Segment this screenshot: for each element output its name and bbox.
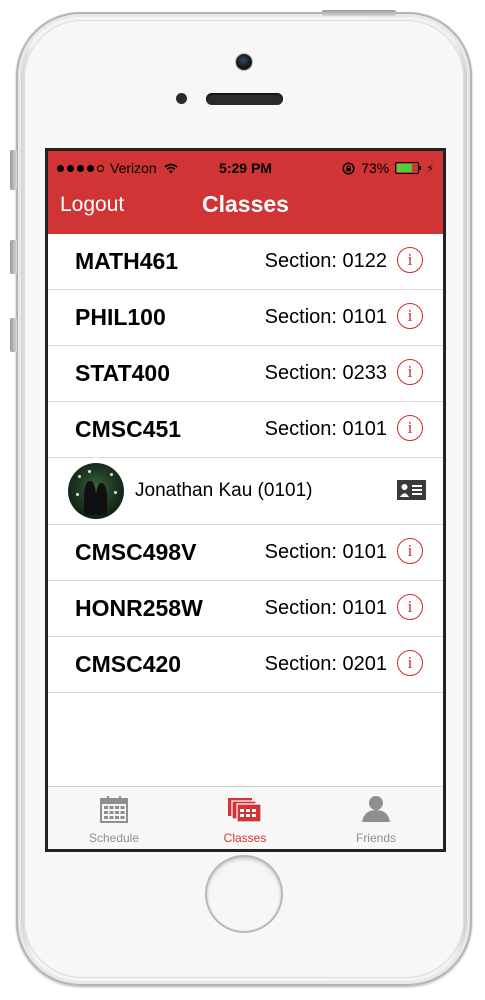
tab-classes[interactable]: Classes — [179, 787, 311, 849]
charging-bolt-icon: ⚡ — [426, 162, 434, 175]
course-code: CMSC498V — [75, 539, 197, 565]
info-icon[interactable]: i — [397, 415, 423, 441]
friend-row[interactable]: Jonathan Kau (0101) — [48, 458, 443, 525]
friend-name: Jonathan Kau (0101) — [135, 480, 313, 501]
section-label: Section: 0101 — [264, 541, 387, 563]
course-code: CMSC420 — [75, 651, 182, 677]
section-label: Section: 0101 — [264, 306, 387, 328]
front-camera — [236, 54, 252, 70]
class-row[interactable]: CMSC498V Section: 0101 i — [48, 525, 443, 581]
rotation-lock-icon — [342, 161, 355, 175]
info-icon[interactable]: i — [397, 538, 423, 564]
battery-percent: 73% — [361, 160, 390, 176]
tab-label: Classes — [223, 831, 267, 845]
info-icon[interactable]: i — [397, 594, 423, 620]
proximity-sensor — [176, 93, 187, 104]
volume-up-button — [10, 240, 17, 274]
info-icon[interactable]: i — [397, 650, 423, 676]
course-code: CMSC451 — [75, 416, 182, 442]
tab-label: Schedule — [88, 831, 140, 845]
earpiece-speaker — [206, 93, 283, 105]
status-bar: Verizon 5:29 PM 73% ⚡ — [48, 151, 443, 181]
class-row[interactable]: HONR258W Section: 0101 i — [48, 581, 443, 637]
calendar-icon — [100, 796, 128, 823]
navigation-bar: Verizon 5:29 PM 73% ⚡ Logout Classes — [48, 151, 443, 234]
info-icon[interactable]: i — [397, 247, 423, 273]
classes-list: MATH461 Section: 0122 i PHIL100 Section:… — [48, 234, 443, 693]
section-label: Section: 0233 — [264, 362, 387, 384]
silent-switch — [10, 150, 17, 190]
contact-card-icon[interactable] — [397, 480, 426, 500]
course-code: MATH461 — [75, 248, 179, 274]
info-icon[interactable]: i — [397, 303, 423, 329]
section-label: Section: 0201 — [264, 653, 387, 675]
volume-down-button — [10, 318, 17, 352]
power-button — [322, 10, 396, 16]
course-code: HONR258W — [75, 595, 203, 621]
class-row[interactable]: STAT400 Section: 0233 i — [48, 346, 443, 402]
avatar — [68, 463, 124, 519]
battery-icon — [395, 162, 423, 174]
course-code: STAT400 — [75, 360, 171, 386]
status-right: 73% ⚡ — [342, 160, 434, 176]
course-code: PHIL100 — [75, 304, 166, 330]
tab-friends[interactable]: Friends — [310, 787, 442, 849]
person-icon — [362, 796, 390, 822]
home-button[interactable] — [207, 857, 281, 931]
class-row[interactable]: CMSC451 Section: 0101 i — [48, 402, 443, 458]
tab-label: Friends — [355, 831, 396, 845]
section-label: Section: 0122 — [264, 250, 387, 272]
class-row[interactable]: CMSC420 Section: 0201 i — [48, 637, 443, 693]
section-label: Section: 0101 — [264, 418, 387, 440]
class-row[interactable]: PHIL100 Section: 0101 i — [48, 290, 443, 346]
tab-schedule[interactable]: Schedule — [48, 787, 180, 849]
section-label: Section: 0101 — [264, 597, 387, 619]
class-row[interactable]: MATH461 Section: 0122 i — [48, 234, 443, 290]
tab-bar: Schedule Classes Friends — [48, 786, 443, 849]
page-title: Classes — [202, 191, 289, 217]
classes-icon — [228, 798, 262, 823]
info-icon[interactable]: i — [397, 359, 423, 385]
app-screen: Verizon 5:29 PM 73% ⚡ Logout Classes MAT… — [45, 148, 446, 852]
